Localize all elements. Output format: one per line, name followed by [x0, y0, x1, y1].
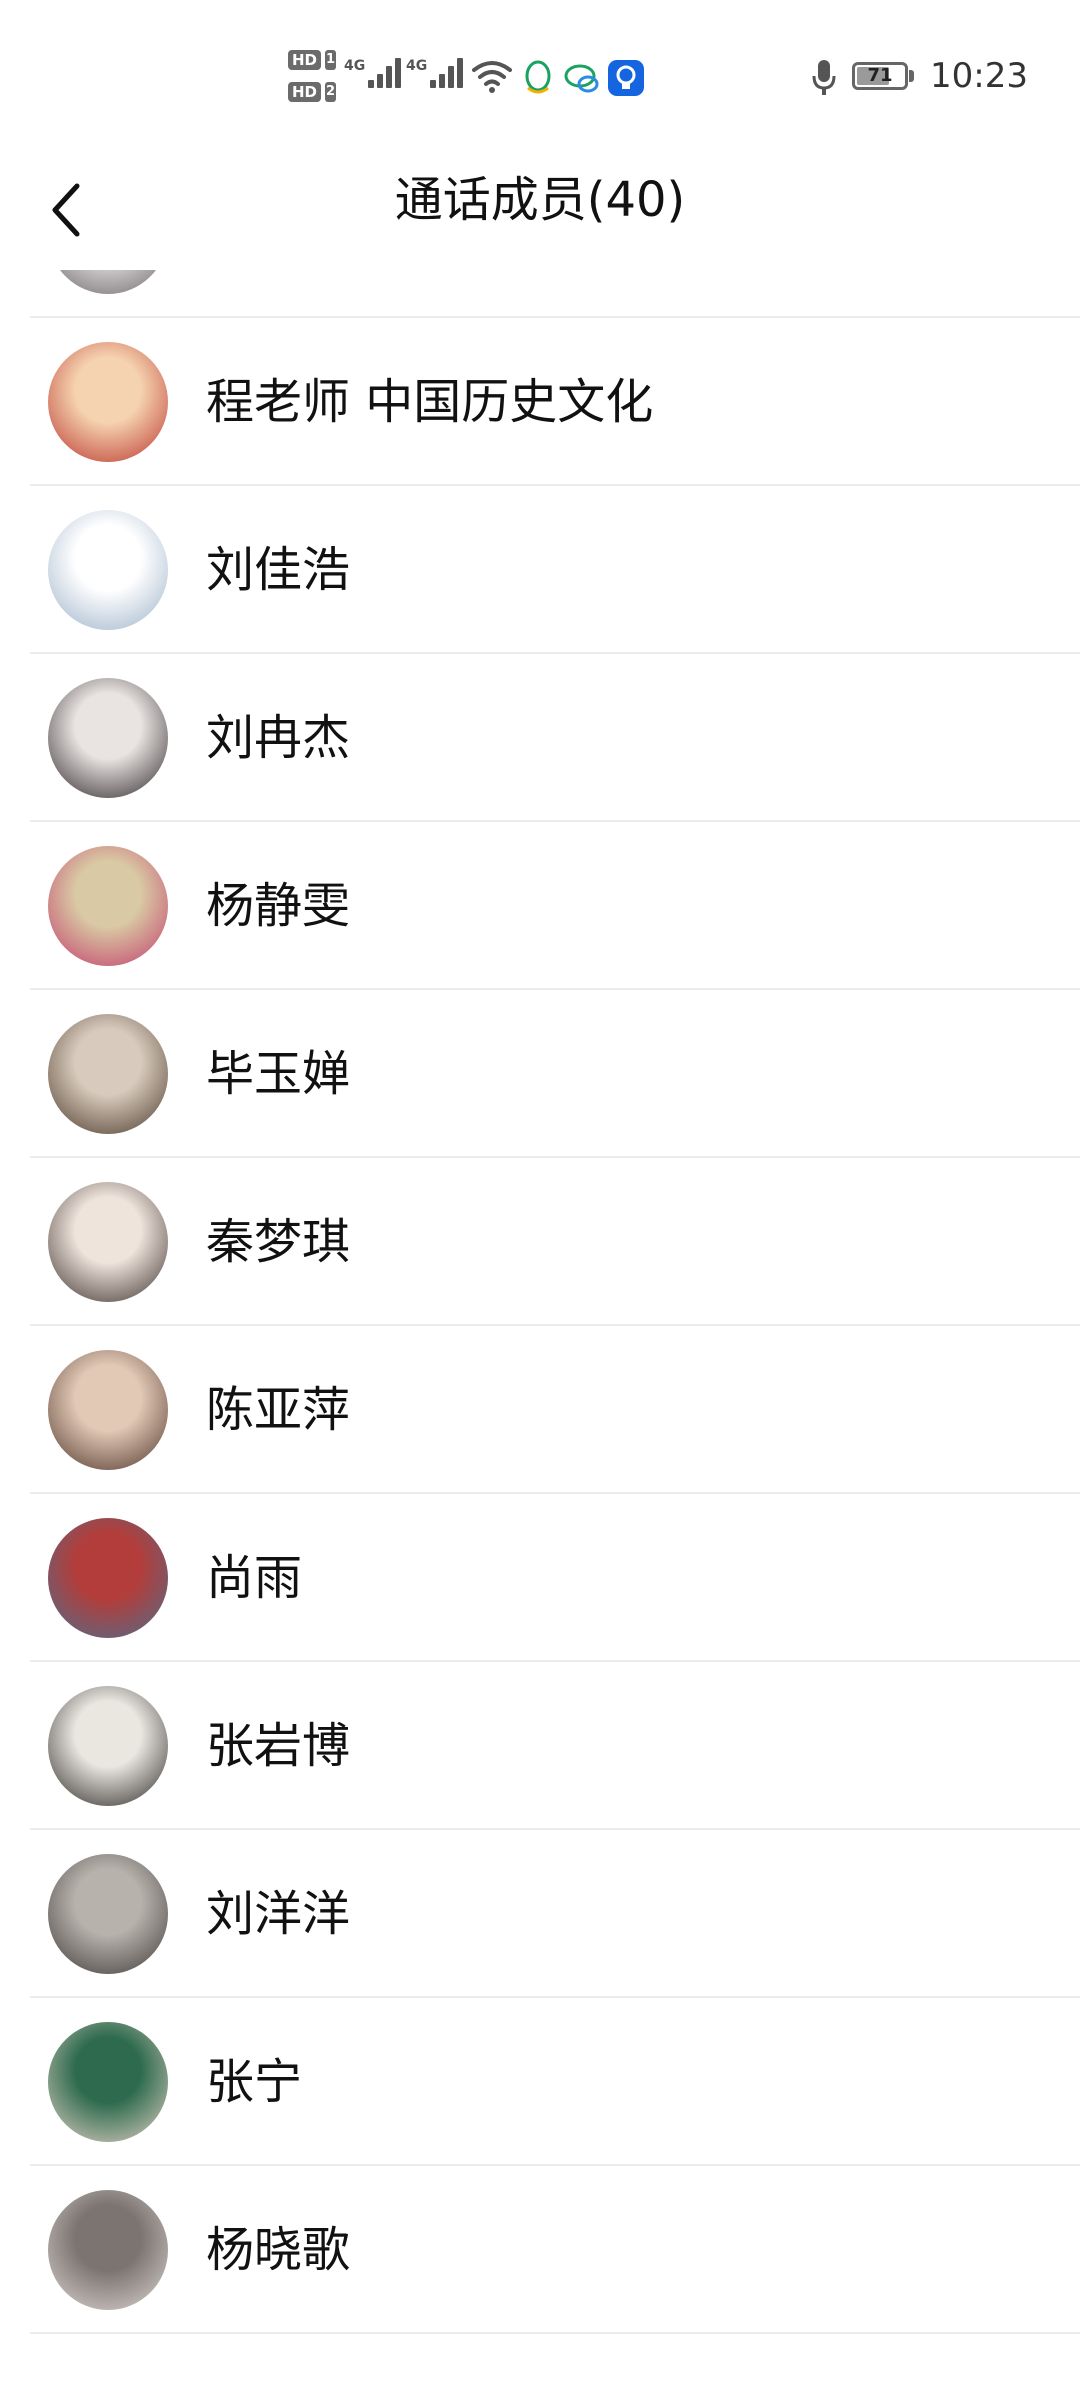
- member-row[interactable]: 刘佳浩: [30, 486, 1080, 654]
- back-button[interactable]: [30, 170, 100, 250]
- avatar[interactable]: [48, 2190, 168, 2310]
- member-row[interactable]: 程老师 中国历史文化: [30, 318, 1080, 486]
- member-name: 陈亚萍: [206, 1382, 351, 1438]
- mic-icon: [812, 60, 836, 95]
- member-name: 毕玉婵: [206, 1046, 351, 1102]
- member-row[interactable]: 张宁: [30, 1998, 1080, 2166]
- sim-2-label: 2: [325, 82, 336, 102]
- member-name: 张宁: [206, 2054, 303, 2110]
- avatar[interactable]: [48, 846, 168, 966]
- avatar[interactable]: [48, 2022, 168, 2142]
- member-row[interactable]: 杨晓歌: [30, 2166, 1080, 2334]
- wifi-icon: [472, 61, 512, 93]
- avatar[interactable]: [48, 270, 168, 294]
- member-list: 石姗姗程老师 中国历史文化刘佳浩刘冉杰杨静雯毕玉婵秦梦琪陈亚萍尚雨张岩博刘洋洋张…: [0, 270, 1080, 2334]
- member-name: 刘洋洋: [206, 1886, 351, 1942]
- hd-badge-1: HD: [288, 50, 322, 70]
- hd-badge-2: HD: [288, 82, 322, 102]
- network-type-1: 4G: [344, 58, 366, 74]
- member-name: 刘冉杰: [206, 710, 351, 766]
- page-title: 通话成员(40): [394, 172, 686, 228]
- bulb-app-icon: [608, 60, 644, 96]
- header-bar: 通话成员(40): [0, 150, 1080, 270]
- chevron-left-icon: [52, 183, 80, 237]
- member-row[interactable]: 刘冉杰: [30, 654, 1080, 822]
- member-name: 张岩博: [206, 1718, 351, 1774]
- member-name: 杨晓歌: [206, 2222, 351, 2278]
- member-name: 程老师 中国历史文化: [206, 374, 654, 430]
- member-name: 石姗姗: [206, 270, 350, 318]
- status-bar: HD 1 HD 2 4G 4G 71 10:23: [0, 0, 1080, 150]
- battery-icon: 71: [852, 62, 908, 90]
- member-row[interactable]: 杨静雯: [30, 822, 1080, 990]
- signal-icon-2: 4G: [406, 58, 466, 88]
- avatar[interactable]: [48, 1182, 168, 1302]
- member-row[interactable]: 石姗姗: [30, 270, 1080, 318]
- member-row[interactable]: 陈亚萍: [30, 1326, 1080, 1494]
- member-row[interactable]: 秦梦琪: [30, 1158, 1080, 1326]
- member-row[interactable]: 毕玉婵: [30, 990, 1080, 1158]
- member-name: 刘佳浩: [206, 542, 351, 598]
- avatar[interactable]: [48, 342, 168, 462]
- member-list-viewport[interactable]: 石姗姗程老师 中国历史文化刘佳浩刘冉杰杨静雯毕玉婵秦梦琪陈亚萍尚雨张岩博刘洋洋张…: [0, 270, 1080, 2400]
- member-row[interactable]: 刘洋洋: [30, 1830, 1080, 1998]
- avatar[interactable]: [48, 1014, 168, 1134]
- chat-icon: [564, 64, 599, 93]
- qq-icon: [525, 60, 551, 94]
- member-name: 尚雨: [206, 1550, 303, 1606]
- battery-level: 71: [867, 65, 893, 86]
- avatar[interactable]: [48, 1518, 168, 1638]
- clock: 10:23: [930, 56, 1028, 96]
- member-row[interactable]: 张岩博: [30, 1662, 1080, 1830]
- signal-icon: 4G: [344, 58, 404, 88]
- hd-indicators: HD 1 HD 2: [288, 48, 336, 112]
- avatar[interactable]: [48, 510, 168, 630]
- network-type-2: 4G: [406, 58, 428, 74]
- avatar[interactable]: [48, 1350, 168, 1470]
- member-row[interactable]: 尚雨: [30, 1494, 1080, 1662]
- sim-1-label: 1: [325, 50, 336, 70]
- member-name: 秦梦琪: [206, 1214, 351, 1270]
- avatar[interactable]: [48, 1854, 168, 1974]
- member-name: 杨静雯: [206, 878, 351, 934]
- avatar[interactable]: [48, 678, 168, 798]
- avatar[interactable]: [48, 1686, 168, 1806]
- battery-tip: [909, 70, 914, 82]
